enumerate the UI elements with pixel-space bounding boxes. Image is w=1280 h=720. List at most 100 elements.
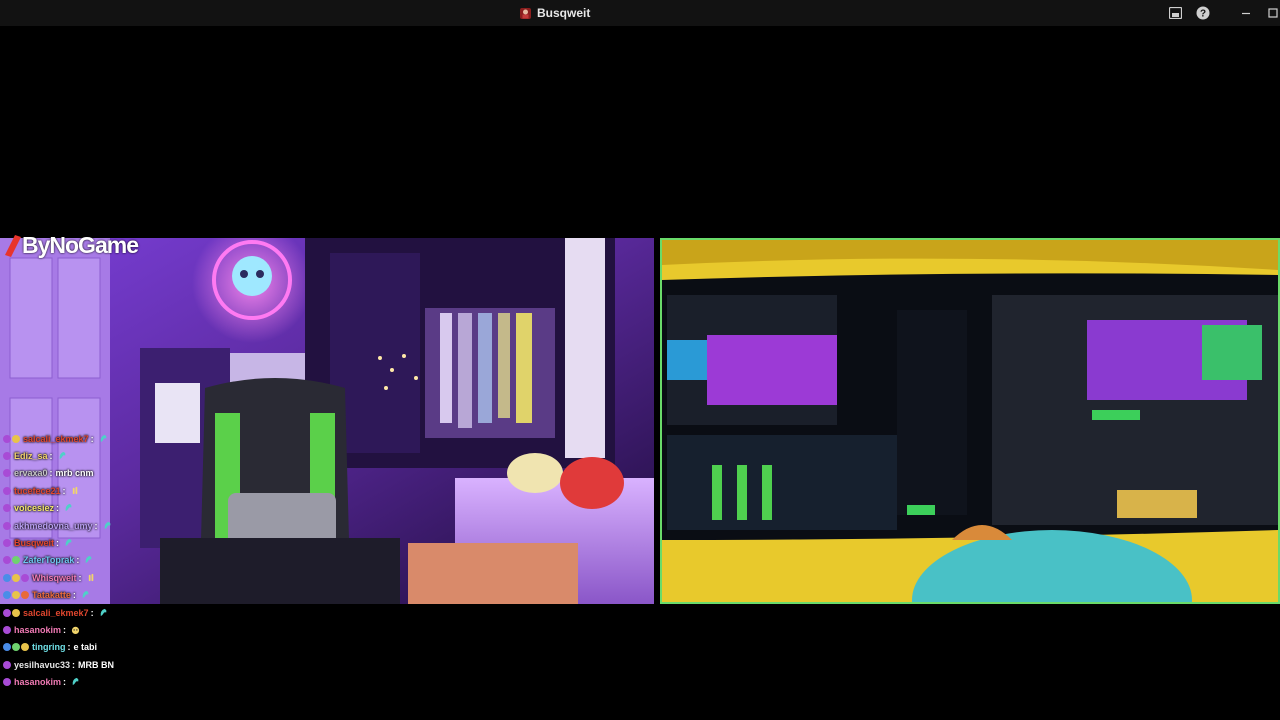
chat-username[interactable]: salcali_ekmek7	[23, 608, 89, 618]
badge-icon	[3, 573, 11, 582]
user-badges	[3, 591, 29, 600]
chat-separator: :	[72, 659, 76, 670]
chat-separator: :	[72, 590, 76, 601]
shrimp-emote-icon	[71, 677, 80, 687]
chat-message: ervaxa0: mrb cnm	[3, 465, 263, 482]
chat-username[interactable]: akhmedovna_umy	[14, 521, 93, 531]
badge-icon	[3, 660, 11, 669]
chat-separator: :	[63, 624, 67, 635]
chat-message: yesilhavuc33: MRB BN	[3, 656, 263, 673]
chat-separator: :	[49, 451, 53, 462]
chat-username[interactable]: Whisqweit	[32, 573, 77, 583]
badge-icon	[21, 591, 29, 600]
chat-message: hasanokim:	[3, 673, 263, 690]
shrimp-emote-icon	[64, 538, 73, 548]
shrimp-emote-icon	[99, 608, 108, 618]
shrimp-emote-icon	[103, 521, 112, 531]
badge-icon	[12, 591, 20, 600]
user-badges	[3, 573, 29, 582]
user-badges	[3, 539, 11, 548]
user-badges	[3, 556, 20, 565]
user-badges	[3, 643, 29, 652]
badge-icon	[12, 556, 20, 565]
shrimp-emote-icon	[99, 434, 108, 444]
chat-message-text: mrb cnm	[55, 468, 94, 479]
chat-separator: :	[56, 538, 60, 549]
shrimp-emote-icon	[64, 503, 73, 513]
chat-username[interactable]: Tatakatte	[32, 590, 71, 600]
chat-message: Whisqweit:	[3, 569, 263, 586]
window-title-text: Busqweit	[537, 6, 591, 20]
maximize-icon	[1268, 8, 1278, 18]
help-icon: ?	[1196, 6, 1210, 20]
picture-in-picture-button[interactable]	[1167, 5, 1183, 21]
chat-message: salcali_ekmek7:	[3, 604, 263, 621]
chat-username[interactable]: voicesiez	[14, 503, 54, 513]
badge-icon	[3, 434, 11, 443]
monitor-scene	[662, 240, 1278, 602]
user-badges	[3, 660, 11, 669]
badge-icon	[21, 573, 29, 582]
chat-username[interactable]: ZaferToprak	[23, 555, 74, 565]
face-emote-icon	[71, 625, 80, 635]
badge-icon	[3, 678, 11, 687]
user-badges	[3, 469, 11, 478]
shrimp-emote-icon	[81, 590, 90, 600]
badge-icon	[3, 556, 11, 565]
badge-icon	[3, 625, 11, 634]
chat-username[interactable]: Ediz_sa	[14, 451, 48, 461]
badge-icon	[3, 452, 11, 461]
user-badges	[3, 608, 20, 617]
chat-username[interactable]: hasanokim	[14, 677, 61, 687]
chat-separator: :	[78, 572, 82, 583]
chat-separator: :	[49, 468, 53, 479]
chat-separator: :	[94, 520, 98, 531]
maximize-button[interactable]	[1266, 5, 1280, 21]
window-title: Busqweit	[519, 5, 590, 21]
shrimp-emote-icon	[58, 451, 67, 461]
chat-message: ZaferToprak:	[3, 552, 263, 569]
badge-icon	[3, 591, 11, 600]
chat-message-text: MRB BN	[78, 659, 115, 670]
bynogame-logo-text: ByNoGame	[22, 232, 139, 258]
app-icon	[520, 8, 531, 19]
chat-separator: :	[67, 642, 71, 653]
user-badges	[3, 504, 11, 513]
chat-message: tingring: e tabi	[3, 639, 263, 656]
minimize-button[interactable]	[1238, 5, 1254, 21]
hands-emote-icon	[71, 486, 80, 496]
user-badges	[3, 678, 11, 687]
user-badges	[3, 521, 11, 530]
chat-overlay: salcali_ekmek7: Ediz_sa: ervaxa0: mrb cnm tu…	[3, 430, 263, 691]
chat-message: voicesiez:	[3, 500, 263, 517]
chat-message: tucefece21:	[3, 482, 263, 499]
chat-message: Ediz_sa:	[3, 447, 263, 464]
chat-username[interactable]: tingring	[32, 642, 66, 652]
chat-username[interactable]: yesilhavuc33	[14, 660, 70, 670]
minimize-icon	[1242, 12, 1250, 15]
user-badges	[3, 625, 11, 634]
chat-message: Tatakatte:	[3, 587, 263, 604]
picture-in-picture-icon	[1168, 7, 1182, 19]
help-button[interactable]: ?	[1195, 5, 1211, 21]
chat-username[interactable]: Busqweit	[14, 538, 54, 548]
chat-username[interactable]: tucefece21	[14, 486, 61, 496]
chat-separator: :	[90, 607, 94, 618]
chat-message-text: e tabi	[73, 642, 98, 653]
chat-message: salcali_ekmek7:	[3, 430, 263, 447]
bynogame-logo-icon	[5, 235, 21, 257]
user-badges	[3, 434, 20, 443]
chat-username[interactable]: ervaxa0	[14, 468, 48, 478]
chat-message: hasanokim:	[3, 621, 263, 638]
chat-username[interactable]: hasanokim	[14, 625, 61, 635]
chat-separator: :	[56, 503, 60, 514]
chat-username[interactable]: salcali_ekmek7	[23, 434, 89, 444]
chat-message: Busqweit:	[3, 534, 263, 551]
chat-separator: :	[90, 433, 94, 444]
user-badges	[3, 486, 11, 495]
badge-icon	[3, 608, 11, 617]
title-bar: Busqweit ?	[0, 0, 1280, 26]
badge-icon	[3, 469, 11, 478]
badge-icon	[12, 608, 20, 617]
badge-icon	[3, 486, 11, 495]
